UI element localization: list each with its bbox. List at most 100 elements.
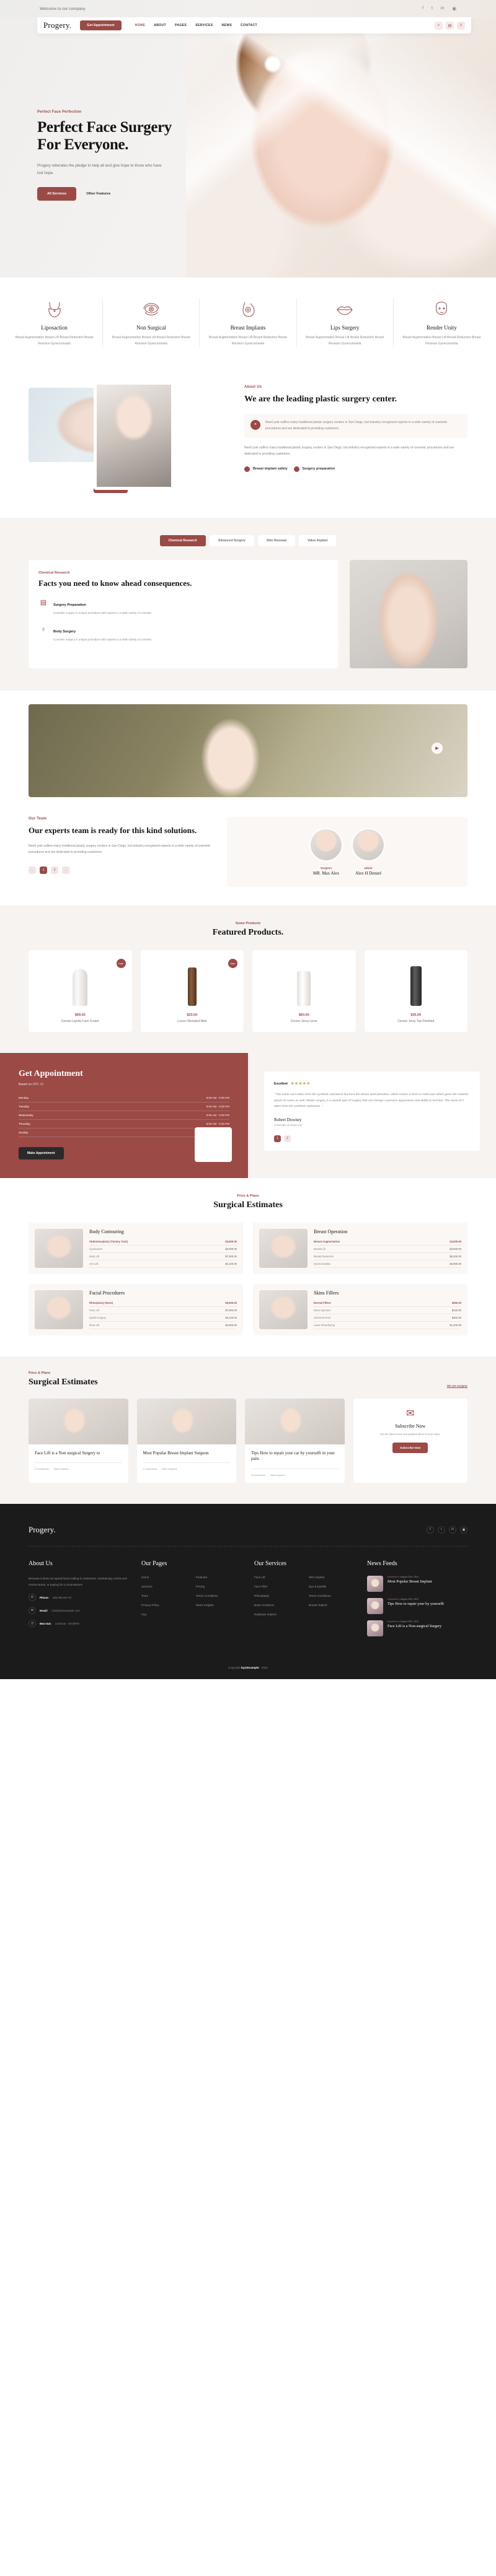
row-price: $3,600.00 bbox=[188, 1321, 237, 1329]
nav-item-about[interactable]: ABOUT bbox=[154, 24, 166, 27]
team-page-1[interactable]: 1 bbox=[40, 867, 47, 875]
make-appointment-button[interactable]: Make Appointment bbox=[19, 1147, 64, 1159]
team-next-button[interactable]: → bbox=[62, 867, 69, 875]
service-card-liposaction[interactable]: Liposaction Breast Augmentation Breast L… bbox=[6, 299, 104, 347]
facebook-icon[interactable]: f bbox=[427, 1526, 434, 1534]
footer-contact-email[interactable]: ✉ Email: info@webexample.com bbox=[29, 1607, 129, 1615]
footer-news-item[interactable]: Experience | August 22th, 2019 Tips How … bbox=[367, 1597, 467, 1614]
service-card-lips-surgery[interactable]: Lips Surgery Breast Augmentation Breast … bbox=[297, 299, 394, 347]
envelope-icon: ✉ bbox=[406, 1408, 415, 1419]
blog-more-link[interactable]: We are surgery bbox=[447, 1384, 467, 1387]
appointment-panel: Get Appointment Based on UTC +2 Monday 8:… bbox=[0, 1053, 248, 1178]
footer-link-face-lift[interactable]: Face Lift bbox=[254, 1576, 300, 1579]
instagram-icon[interactable]: ▣ bbox=[452, 6, 456, 11]
search-icon[interactable]: ⌕ bbox=[435, 21, 443, 30]
service-card-breast-implants[interactable]: Breast Implants Breast Augmentation Brea… bbox=[200, 299, 297, 347]
linkedin-icon[interactable]: in bbox=[449, 1526, 456, 1534]
footer-link-pricing[interactable]: Pricing bbox=[196, 1585, 242, 1588]
menu-icon[interactable]: ≡ bbox=[457, 21, 465, 30]
all-services-button[interactable]: All Services bbox=[37, 186, 77, 201]
review-rating: Excellent ★★★★★ bbox=[274, 1081, 470, 1086]
footer-link-botex[interactable]: Botex Solutions bbox=[254, 1604, 300, 1607]
nav-item-home[interactable]: HOME bbox=[135, 24, 146, 27]
footer-link-features[interactable]: Features bbox=[196, 1576, 242, 1579]
tube-icon bbox=[73, 969, 88, 1006]
footer-news-item[interactable]: Experience | August 22th, 2019 Most Popu… bbox=[367, 1575, 467, 1592]
footer-contact-phone[interactable]: ✆ Phone: 096 095 657 87 bbox=[29, 1594, 129, 1602]
team-member[interactable]: admin Alex H Denzel bbox=[352, 828, 385, 876]
subscribe-button[interactable]: Subscribe Now bbox=[392, 1442, 428, 1453]
linkedin-icon[interactable]: in bbox=[441, 6, 444, 11]
tab-chemical-research[interactable]: Chemical Research bbox=[159, 535, 206, 546]
footer-link-team[interactable]: Team bbox=[141, 1594, 187, 1597]
tab-value-implant[interactable]: Value Implant bbox=[299, 535, 337, 546]
instagram-icon[interactable]: ▣ bbox=[460, 1526, 467, 1534]
footer-link-skin-implant[interactable]: Skin Implant bbox=[309, 1576, 355, 1579]
facebook-icon[interactable]: f bbox=[422, 6, 423, 11]
blog-author: Gets Inspired bbox=[162, 1467, 177, 1471]
product-image bbox=[259, 959, 350, 1006]
footer-link-home[interactable]: Home bbox=[141, 1576, 187, 1579]
footer-link-services[interactable]: Services bbox=[141, 1585, 187, 1588]
nav-item-contact[interactable]: CONTACT bbox=[241, 24, 257, 27]
team-prev-button[interactable]: ← bbox=[29, 867, 36, 875]
footer-about-text: Because it does not spend hours selling … bbox=[29, 1576, 127, 1586]
blog-card[interactable]: Face Lift is a Non surgical Surgery to 3… bbox=[29, 1399, 128, 1483]
review-author-role: Cofounder at Osaro Ltd bbox=[274, 1123, 302, 1127]
footer-link-radiease[interactable]: Radiease Implent bbox=[254, 1613, 300, 1616]
footer-link-faq[interactable]: Faq bbox=[141, 1613, 187, 1616]
nav-item-services[interactable]: SERVICES bbox=[195, 24, 213, 27]
estimate-table: Breast Augmentation $4,500.00 Breast Lift… bbox=[314, 1238, 461, 1268]
jar-icon bbox=[297, 971, 311, 1006]
product-card[interactable]: $60.00 Ceroso Jersy Lecer bbox=[252, 950, 356, 1032]
team-pager: ← 1 2 → bbox=[29, 867, 215, 875]
team-page-2[interactable]: 2 bbox=[51, 867, 58, 875]
tab-advanced-surgery[interactable]: Advanced Surgery bbox=[209, 535, 254, 546]
twitter-icon[interactable]: t bbox=[438, 1526, 445, 1534]
footer-logo[interactable]: Progery. bbox=[29, 1525, 56, 1535]
footer-link-terms-conditions[interactable]: Terms Conditions bbox=[309, 1594, 355, 1597]
row-label: Dermal Fillers bbox=[314, 1299, 409, 1307]
footer-news-item[interactable]: Experience | August 22th, 2019 Face Lift… bbox=[367, 1620, 467, 1636]
nav-item-news[interactable]: NEWS bbox=[222, 24, 232, 27]
footer-services-title: Our Services bbox=[254, 1560, 286, 1567]
site-logo[interactable]: Progery. bbox=[43, 20, 71, 30]
footer-link-terms[interactable]: Terms Conditions bbox=[196, 1594, 242, 1597]
about-chip-preparation[interactable]: Surgery preparation bbox=[293, 466, 335, 472]
twitter-icon[interactable]: t bbox=[432, 6, 433, 11]
social-links[interactable]: f t in ▣ bbox=[422, 6, 456, 11]
other-features-button[interactable]: Other Features bbox=[86, 192, 110, 196]
footer-link-privacy[interactable]: Privacy Policy bbox=[141, 1604, 187, 1607]
product-card[interactable]: Sale $99.00 Ceroso Lignlia Face Cream bbox=[29, 950, 132, 1032]
cart-icon[interactable]: ▤ bbox=[446, 21, 454, 30]
team-member[interactable]: Surgeon MR. Max Alex bbox=[309, 828, 343, 876]
face-icon bbox=[397, 299, 486, 321]
footer-link-news-insights[interactable]: News Insights bbox=[196, 1604, 242, 1607]
review-page-1[interactable]: 1 bbox=[274, 1135, 281, 1142]
play-icon[interactable]: ▶ bbox=[432, 743, 443, 754]
get-appointment-button[interactable]: Get Appointment bbox=[80, 20, 122, 30]
hero-title: Perfect Face Surgery For Everyone. bbox=[37, 119, 198, 154]
service-card-render-unity[interactable]: Render Unity Breast Augmentation Breast … bbox=[394, 299, 490, 347]
blog-card[interactable]: Tips How to repair your car by yourselft… bbox=[245, 1399, 345, 1483]
nav-item-pages[interactable]: PAGES bbox=[175, 24, 187, 27]
video-banner[interactable]: ▶ bbox=[29, 704, 467, 797]
product-card[interactable]: Sale $23.00 Locso Oleviated Matt bbox=[140, 950, 244, 1032]
about-chips: Breast implant safety Surgery preparatio… bbox=[244, 466, 467, 472]
service-card-non-surgical[interactable]: Non Surgical Breast Augmentation Breast … bbox=[103, 299, 200, 347]
table-row: Botox Injection $420.00 bbox=[314, 1306, 461, 1314]
footer: Progery. f t in ▣ About Us Because it do… bbox=[0, 1503, 496, 1679]
product-card[interactable]: $35.00 Ceroso Jersy Top Finished bbox=[364, 950, 467, 1032]
copyright-brand[interactable]: by@Example bbox=[241, 1666, 259, 1669]
team-content: Our Team Our experts team is ready for t… bbox=[29, 817, 215, 875]
blog-card[interactable]: Most Popular Breast Implant Surgeon 3 Co… bbox=[136, 1399, 236, 1483]
review-page-2[interactable]: 2 bbox=[284, 1135, 291, 1142]
row-label: Body Lift bbox=[89, 1252, 203, 1260]
footer-link-eye-eyelids[interactable]: Eye & Eyelids bbox=[309, 1585, 355, 1588]
tab-skin-renewal[interactable]: Skin Renewal bbox=[257, 535, 296, 546]
footer-link-face-filler[interactable]: Face Filler bbox=[254, 1585, 300, 1588]
footer-link-breast-implent[interactable]: Breast Implent bbox=[309, 1604, 355, 1607]
about-chip-safety[interactable]: Breast implant safety bbox=[244, 466, 288, 472]
estimate-card-skins-fillers: Skins Fillers Dermal Fillers $650.00 Boto… bbox=[253, 1284, 467, 1335]
footer-link-rhinoplasty[interactable]: Rhinoplasty bbox=[254, 1594, 300, 1597]
